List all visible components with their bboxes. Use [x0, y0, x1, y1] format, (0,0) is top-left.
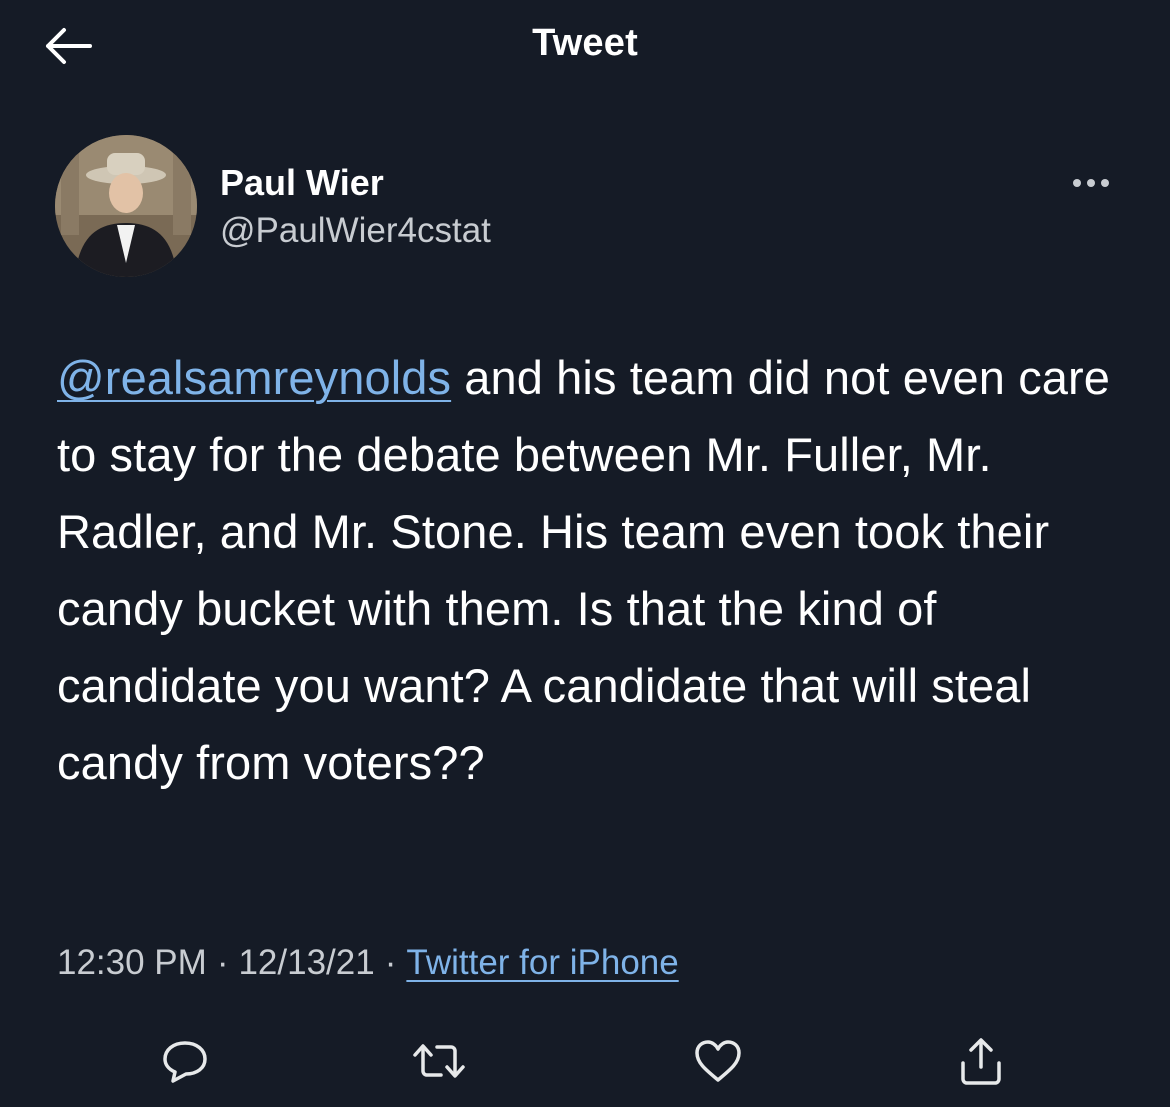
retweet-icon — [411, 1037, 467, 1085]
avatar[interactable] — [55, 135, 197, 277]
tweet-date: 12/13/21 — [238, 943, 375, 982]
heart-icon — [692, 1037, 744, 1085]
author-handle[interactable]: @PaulWier4cstat — [220, 211, 491, 251]
top-bar: Tweet — [0, 0, 1170, 95]
share-button[interactable] — [949, 1029, 1013, 1093]
tweet-body: and his team did not even care to stay f… — [57, 351, 1111, 789]
retweet-button[interactable] — [407, 1029, 471, 1093]
more-horizontal-icon — [1069, 177, 1113, 189]
mention-link[interactable]: @realsamreynolds — [57, 351, 451, 404]
tweet-time: 12:30 PM — [57, 943, 207, 982]
tweet-source-link[interactable]: Twitter for iPhone — [406, 943, 678, 982]
tweet-author: Paul Wier @PaulWier4cstat — [55, 135, 1115, 285]
reply-icon — [159, 1037, 211, 1085]
tweet-text: @realsamreynolds and his team did not ev… — [57, 339, 1137, 801]
page-title: Tweet — [532, 22, 638, 64]
author-name[interactable]: Paul Wier — [220, 162, 384, 204]
like-button[interactable] — [686, 1029, 750, 1093]
tweet-meta: 12:30 PM · 12/13/21 · Twitter for iPhone — [57, 943, 679, 983]
meta-separator: · — [216, 943, 229, 982]
meta-separator: · — [384, 943, 397, 982]
share-icon — [955, 1035, 1007, 1087]
reply-button[interactable] — [153, 1029, 217, 1093]
tweet-actions — [0, 1025, 1170, 1095]
more-options-button[interactable] — [1063, 165, 1119, 201]
